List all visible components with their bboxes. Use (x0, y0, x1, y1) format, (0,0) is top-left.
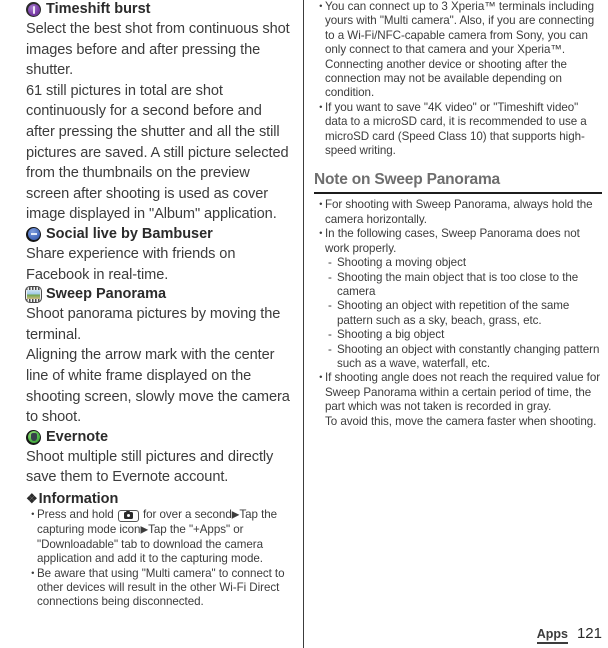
section-heading-note-on-sweep-panorama: Note on Sweep Panorama (314, 171, 500, 189)
bullet-marker: ・ (27, 507, 39, 521)
dash-marker: - (328, 342, 332, 356)
feature-heading-timeshift-burst: Timeshift burst (26, 0, 293, 19)
list-item-text: You can connect up to 3 Xperia™ terminal… (325, 0, 595, 100)
sub-list-item: - Shooting a moving object (328, 256, 602, 270)
list-item: ・ If you want to save "4K video" or "Time… (314, 101, 602, 159)
information-heading-text: Information (38, 490, 119, 507)
bullet-marker: ・ (315, 198, 327, 212)
list-item: ・ In the following cases, Sweep Panorama … (314, 227, 602, 371)
sub-list-item-text: Shooting an object with repetition of th… (337, 299, 570, 327)
info-text-post: for over a second (139, 507, 232, 521)
sub-list-item-text: Shooting an object with constantly chang… (337, 342, 600, 370)
manual-page: Timeshift burst Select the best shot fro… (0, 0, 608, 648)
information-heading: ❖ Information (26, 490, 293, 508)
dash-marker: - (328, 256, 332, 270)
bullet-marker: ・ (27, 566, 39, 580)
feature-paragraph: Select the best shot from continuous sho… (26, 21, 290, 79)
feature-title-text: Timeshift burst (46, 1, 151, 17)
feature-paragraph: Aligning the arrow mark with the center … (26, 347, 290, 426)
right-top-list: ・ You can connect up to 3 Xperia™ termina… (314, 0, 602, 158)
feature-paragraph: 61 still pictures in total are shot cont… (26, 82, 289, 223)
page-number: 121 (576, 625, 602, 642)
list-item-extra-line: To avoid this, move the camera faster wh… (325, 414, 597, 428)
list-item: ・ Be aware that using "Multi camera" to c… (26, 567, 293, 610)
sub-list-item-text: Shooting a moving object (337, 256, 466, 270)
list-item-text: For shooting with Sweep Panorama, always… (325, 198, 593, 226)
dash-marker: - (328, 299, 332, 313)
page-footer: Apps 121 (536, 625, 602, 644)
timeshift-burst-icon (26, 2, 41, 17)
feature-heading-social-live-by-bambuser: Social live by Bambuser (26, 225, 293, 244)
bullet-marker: ・ (315, 371, 327, 385)
bullet-marker: ・ (315, 0, 327, 13)
camera-key-icon (117, 509, 139, 522)
feature-paragraph: Shoot multiple still pictures and direct… (26, 448, 274, 486)
section-heading-rule (314, 192, 602, 195)
feature-heading-evernote: Evernote (26, 428, 293, 447)
list-item-text: If shooting angle does not reach the req… (325, 371, 601, 414)
feature-title-text: Evernote (46, 428, 109, 445)
dash-marker: - (328, 270, 332, 284)
feature-heading-sweep-panorama: Sweep Panorama (26, 285, 293, 304)
sub-list-item-text: Shooting the main object that is too clo… (337, 270, 579, 298)
arrow-right-icon: ▶ (140, 524, 149, 536)
list-item: ・ For shooting with Sweep Panorama, alway… (314, 198, 602, 227)
diamond-bullet-icon: ❖ (26, 490, 38, 506)
sweep-panorama-icon (26, 287, 41, 303)
right-column: ・ You can connect up to 3 Xperia™ termina… (304, 0, 608, 429)
list-item: ・ You can connect up to 3 Xperia™ termina… (314, 0, 602, 101)
information-list: ・ Press and hold for over a second▶Tap th… (26, 508, 293, 610)
list-item: ・ Press and hold for over a second▶Tap th… (26, 508, 293, 567)
sub-list-item-text: Shooting a big object (337, 328, 445, 342)
social-live-bambuser-icon (26, 226, 41, 242)
info-text: Be aware that using "Multi camera" to co… (37, 566, 285, 609)
dash-marker: - (328, 328, 332, 342)
left-column: Timeshift burst Select the best shot fro… (0, 0, 303, 610)
sweep-panorama-note-list: ・ For shooting with Sweep Panorama, alway… (314, 198, 602, 429)
feature-paragraph: Share experience with friends on Faceboo… (26, 245, 236, 283)
bullet-marker: ・ (315, 227, 327, 241)
evernote-icon (26, 429, 41, 445)
feature-paragraph: Shoot panorama pictures by moving the te… (26, 306, 281, 343)
sub-list-item: - Shooting a big object (328, 328, 602, 342)
sub-list-item: - Shooting an object with repetition of t… (328, 299, 602, 328)
bullet-marker: ・ (315, 100, 327, 114)
list-item: ・ If shooting angle does not reach the re… (314, 371, 602, 429)
info-text-pre: Press and hold (37, 507, 117, 521)
list-item-text: In the following cases, Sweep Panorama d… (325, 227, 580, 255)
list-item-text: If you want to save "4K video" or "Times… (325, 100, 587, 158)
feature-title-text: Sweep Panorama (46, 286, 167, 303)
feature-title-text: Social live by Bambuser (46, 225, 213, 242)
sub-list-item: - Shooting the main object that is too cl… (328, 271, 602, 300)
section-tab-apps: Apps (536, 627, 568, 644)
sub-list-item: - Shooting an object with constantly chan… (328, 343, 602, 372)
